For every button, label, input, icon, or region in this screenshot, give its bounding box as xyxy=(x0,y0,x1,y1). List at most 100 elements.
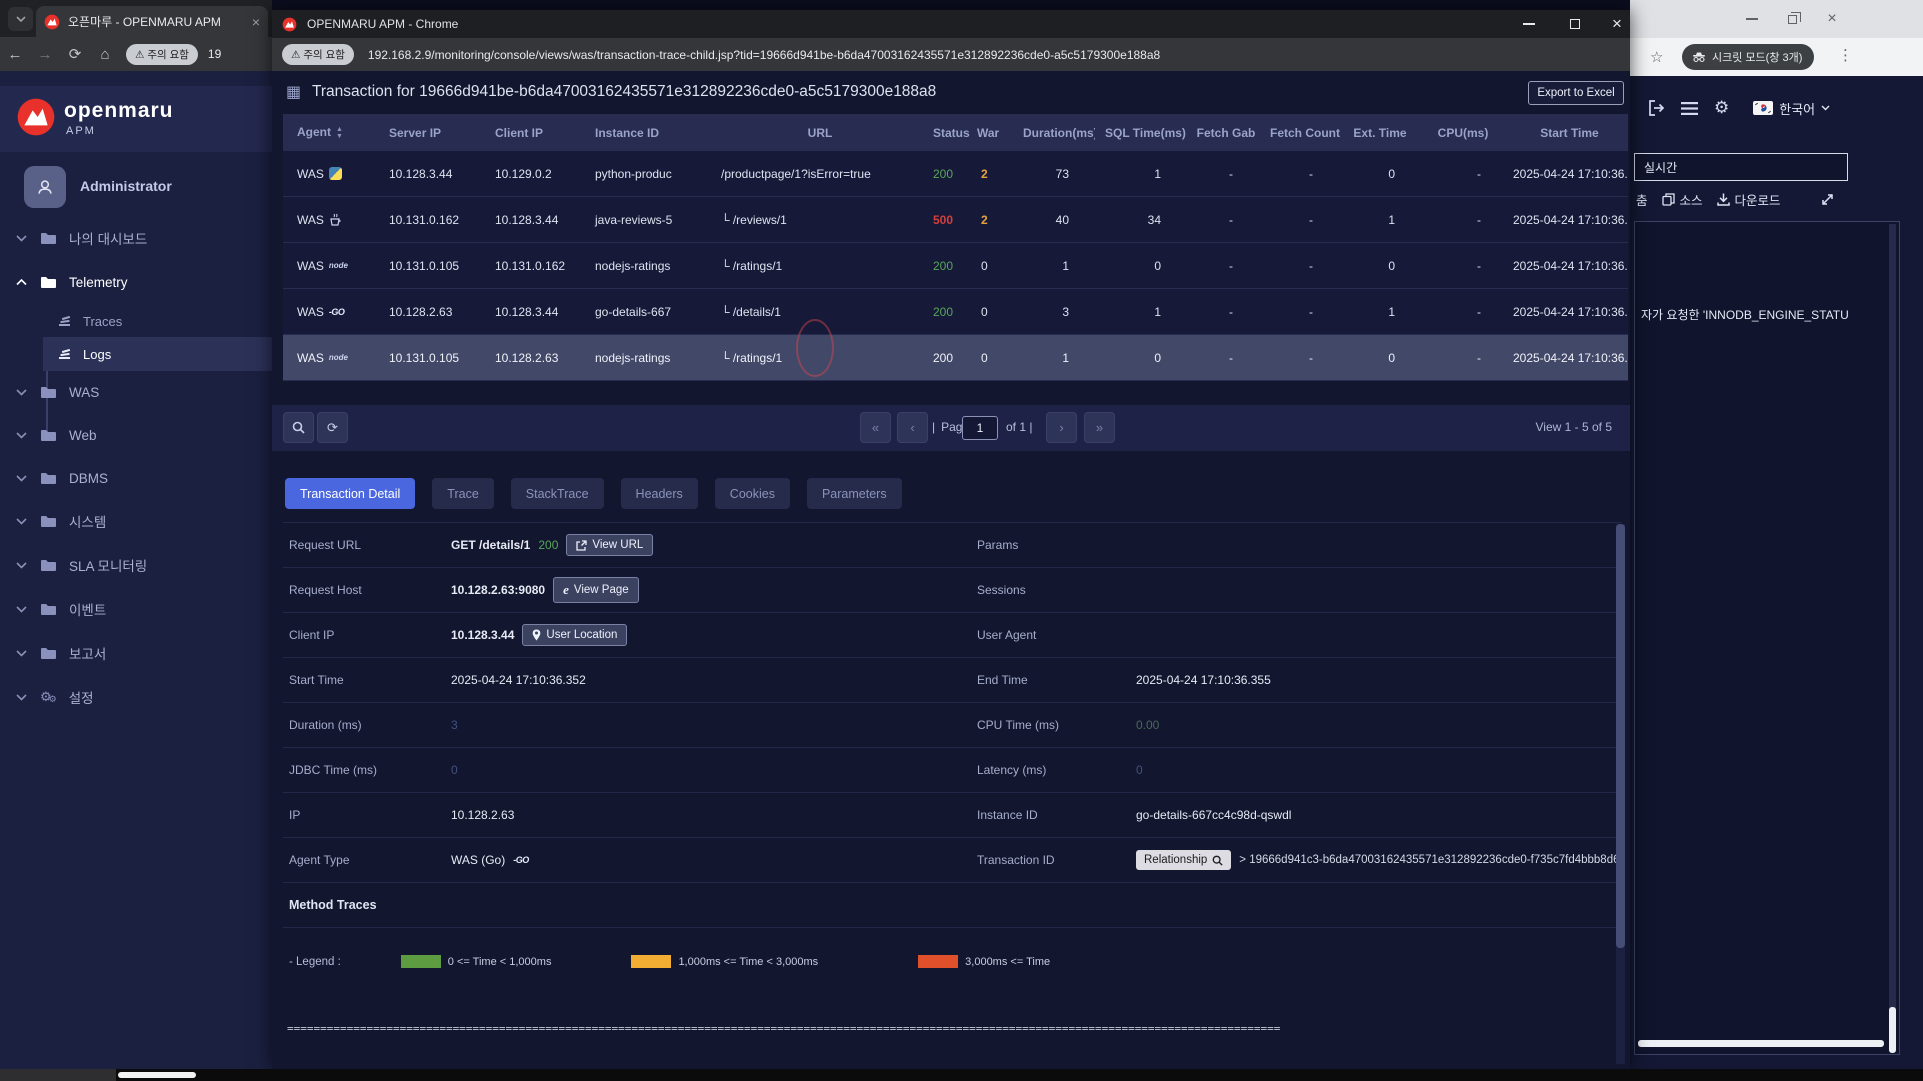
logout-icon[interactable] xyxy=(1648,100,1665,116)
home-icon[interactable]: ⌂ xyxy=(90,46,120,63)
person-icon xyxy=(35,177,55,197)
close-icon[interactable]: × xyxy=(1815,4,1849,34)
col-fetch-gab[interactable]: Fetch Gab xyxy=(1187,126,1265,140)
popup-window-title: OPENMARU APM - Chrome xyxy=(307,17,458,31)
sidebar-item-reports[interactable]: 보고서 xyxy=(0,635,272,671)
chevron-down-icon xyxy=(16,562,30,569)
pause-button-partial[interactable]: 춤 xyxy=(1636,190,1648,209)
go-icon: -GO xyxy=(329,307,345,317)
table-row[interactable]: WAS-GO 10.128.2.63 10.128.3.44 go-detail… xyxy=(283,289,1628,335)
table-row[interactable]: WAS 10.128.3.44 10.129.0.2 python-produc… xyxy=(283,151,1628,197)
col-client-ip[interactable]: Client IP xyxy=(485,126,585,140)
col-cpu[interactable]: CPU(ms) xyxy=(1415,126,1511,140)
sidebar-item-logs[interactable]: Logs xyxy=(43,337,272,371)
tab-trace[interactable]: Trace xyxy=(432,478,494,509)
tab-search-button[interactable] xyxy=(8,7,33,31)
minimize-icon[interactable] xyxy=(1512,9,1546,39)
gear-icon[interactable]: ⚙ xyxy=(1714,98,1729,118)
openmaru-favicon xyxy=(44,14,60,30)
next-page-button[interactable]: › xyxy=(1046,412,1077,443)
sidebar-item-system[interactable]: 시스템 xyxy=(0,503,272,539)
sidebar-item-telemetry[interactable]: Telemetry xyxy=(0,264,272,300)
popup-scrollbar-track[interactable] xyxy=(1616,524,1625,1064)
layers-icon xyxy=(58,315,71,328)
back-icon[interactable]: ← xyxy=(0,46,30,63)
col-fetch-count[interactable]: Fetch Count xyxy=(1265,126,1345,140)
gears-icon: ⚙⚙ xyxy=(40,689,57,705)
sidebar-item-traces[interactable]: Traces xyxy=(0,304,272,338)
popup-titlebar[interactable]: OPENMARU APM - Chrome × xyxy=(272,10,1630,38)
sidebar-item-dashboard[interactable]: 나의 대시보드 xyxy=(0,220,272,256)
reload-icon[interactable]: ⟳ xyxy=(60,45,90,63)
bookmark-star-icon[interactable]: ☆ xyxy=(1650,48,1663,66)
download-button[interactable]: 다운로드 xyxy=(1717,190,1781,209)
search-button[interactable] xyxy=(283,412,314,443)
openmaru-logo-icon xyxy=(16,97,56,137)
page-number-input[interactable] xyxy=(962,416,998,440)
user-row: Administrator xyxy=(0,162,272,218)
user-location-button[interactable]: User Location xyxy=(522,624,627,646)
realtime-input[interactable]: 실시간 xyxy=(1634,153,1848,181)
export-to-excel-button[interactable]: Export to Excel xyxy=(1528,81,1624,105)
tab-close-icon[interactable]: × xyxy=(252,14,260,30)
sidebar-item-sla[interactable]: SLA 모니터링 xyxy=(0,547,272,583)
first-page-button[interactable]: « xyxy=(860,412,891,443)
table-row[interactable]: WAS 10.131.0.162 10.128.3.44 java-review… xyxy=(283,197,1628,243)
tab-headers[interactable]: Headers xyxy=(621,478,698,509)
col-instance-id[interactable]: Instance ID xyxy=(585,126,711,140)
security-warning-badge[interactable]: ⚠ 주의 요함 xyxy=(282,44,354,65)
sidebar-item-events[interactable]: 이벤트 xyxy=(0,591,272,627)
popup-scrollbar-thumb[interactable] xyxy=(1616,524,1625,948)
browser-tab[interactable]: 오픈마루 - OPENMARU APM × xyxy=(36,6,268,37)
col-url[interactable]: URL xyxy=(711,126,929,140)
sort-icons[interactable]: ▲▼ xyxy=(336,126,343,140)
col-agent[interactable]: Agent▲▼ xyxy=(283,125,379,140)
last-page-button[interactable]: » xyxy=(1084,412,1115,443)
col-server-ip[interactable]: Server IP xyxy=(379,126,485,140)
tab-cookies[interactable]: Cookies xyxy=(715,478,790,509)
tab-parameters[interactable]: Parameters xyxy=(807,478,902,509)
maximize-icon[interactable] xyxy=(1558,9,1592,39)
minimize-icon[interactable] xyxy=(1735,4,1769,34)
tab-stacktrace[interactable]: StackTrace xyxy=(511,478,604,509)
hamburger-menu-icon[interactable] xyxy=(1681,102,1698,115)
sidebar-item-was[interactable]: WAS xyxy=(0,374,272,410)
log-scrollbar-thumb[interactable] xyxy=(1889,1007,1896,1053)
browser-menu-icon[interactable]: ⋮ xyxy=(1838,46,1853,64)
expand-icon[interactable] xyxy=(1821,193,1834,206)
log-controls: 춤 소스 다운로드 xyxy=(1636,190,1834,209)
col-duration[interactable]: Duration(ms) xyxy=(1013,126,1095,140)
security-warning-badge[interactable]: ⚠ 주의 요함 xyxy=(126,44,198,65)
relationship-button[interactable]: Relationship xyxy=(1136,850,1231,870)
popup-urlbar[interactable]: ⚠ 주의 요함 192.168.2.9/monitoring/console/v… xyxy=(272,38,1630,71)
tab-transaction-detail[interactable]: Transaction Detail xyxy=(285,478,415,509)
prev-page-button[interactable]: ‹ xyxy=(897,412,928,443)
table-row[interactable]: WASnode 10.131.0.105 10.131.0.162 nodejs… xyxy=(283,243,1628,289)
restore-icon[interactable] xyxy=(1775,4,1809,34)
col-status[interactable]: Status xyxy=(929,126,975,140)
sidebar-item-web[interactable]: Web xyxy=(0,417,272,453)
refresh-button[interactable]: ⟳ xyxy=(317,412,348,443)
col-war[interactable]: War xyxy=(975,126,1013,140)
sidebar-item-dbms[interactable]: DBMS xyxy=(0,460,272,496)
log-horizontal-scrollbar[interactable] xyxy=(1638,1040,1884,1047)
log-scrollbar-track[interactable] xyxy=(1889,224,1896,1052)
avatar xyxy=(24,166,66,208)
view-url-button[interactable]: View URL xyxy=(566,534,653,556)
language-selector[interactable]: 한국어 xyxy=(1753,99,1830,118)
taskbar-segment xyxy=(0,1069,116,1081)
sidebar-item-settings[interactable]: ⚙⚙ 설정 xyxy=(0,679,272,715)
col-start-time[interactable]: Start Time xyxy=(1511,126,1628,140)
incognito-badge[interactable]: 시크릿 모드(창 3개) xyxy=(1682,44,1814,70)
close-icon[interactable]: × xyxy=(1600,9,1634,39)
col-sql-time[interactable]: SQL Time(ms) xyxy=(1095,126,1187,140)
detail-row: IP 10.128.2.63 Instance ID go-details-66… xyxy=(283,793,1622,838)
forward-icon[interactable]: → xyxy=(30,46,60,63)
view-page-button[interactable]: eView Page xyxy=(553,577,639,603)
chevron-down-icon xyxy=(16,389,30,396)
source-button[interactable]: 소스 xyxy=(1662,190,1703,209)
sidebar: openmaru APM Administrator 나의 대시보드 Telem… xyxy=(0,71,272,1069)
chevron-down-icon xyxy=(16,606,30,613)
table-row-selected[interactable]: WASnode 10.131.0.105 10.128.2.63 nodejs-… xyxy=(283,335,1628,381)
col-ext-time[interactable]: Ext. Time xyxy=(1345,126,1415,140)
